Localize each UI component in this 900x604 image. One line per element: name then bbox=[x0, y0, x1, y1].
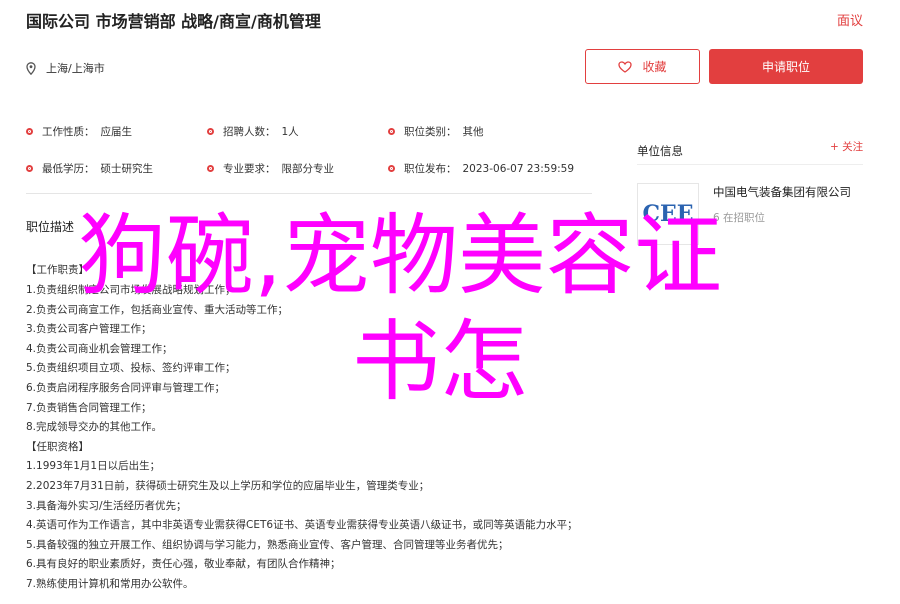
section-divider bbox=[26, 193, 592, 194]
salary-label: 面议 bbox=[836, 14, 863, 29]
detail-headcount: 招聘人数： 1人 bbox=[207, 124, 299, 139]
bullet-icon bbox=[26, 128, 33, 135]
description-line: 8.完成领导交办的其他工作。 bbox=[26, 421, 163, 433]
detail-major: 专业要求： 限部分专业 bbox=[207, 161, 334, 176]
favorite-label: 收藏 bbox=[642, 60, 667, 74]
favorite-button[interactable]: 收藏 bbox=[585, 49, 700, 84]
location-pin-icon bbox=[26, 61, 36, 75]
detail-label: 职位类别： bbox=[404, 126, 457, 138]
detail-label: 最低学历： bbox=[42, 163, 95, 175]
description-line: 6.负责启闭程序服务合同评审与管理工作； bbox=[26, 382, 226, 394]
location-text: 上海/上海市 bbox=[46, 62, 105, 75]
description-line: 【任职资格】 bbox=[26, 441, 89, 453]
job-title: 国际公司 市场营销部 战略/商宣/商机管理 bbox=[26, 12, 321, 31]
bullet-icon bbox=[388, 165, 395, 172]
watermark-line-2: 书怎 bbox=[352, 310, 529, 413]
detail-publish-date: 职位发布： 2023-06-07 23:59:59 bbox=[388, 161, 574, 176]
detail-value: 其他 bbox=[462, 126, 484, 138]
description-line: 5.具备较强的独立开展工作、组织协调与学习能力，熟悉商业宣传、客户管理、合同管理… bbox=[26, 539, 509, 551]
description-line: 2.2023年7月31日前，获得硕士研究生及以上学历和学位的应届毕业生，管理类专… bbox=[26, 480, 430, 492]
detail-label: 职位发布： bbox=[404, 163, 457, 175]
follow-button[interactable]: + 关注 bbox=[830, 139, 863, 154]
bullet-icon bbox=[388, 128, 395, 135]
detail-value: 1人 bbox=[281, 126, 299, 138]
description-title: 职位描述 bbox=[26, 220, 75, 234]
sidebar-divider bbox=[637, 164, 863, 165]
detail-value: 应届生 bbox=[100, 126, 133, 138]
description-line: 7.负责销售合同管理工作； bbox=[26, 402, 152, 414]
detail-label: 专业要求： bbox=[223, 163, 276, 175]
heart-icon bbox=[618, 60, 633, 73]
company-name[interactable]: 中国电气装备集团有限公司 bbox=[713, 184, 851, 200]
description-line: 3.负责公司客户管理工作； bbox=[26, 323, 152, 335]
detail-value: 限部分专业 bbox=[281, 163, 335, 175]
bullet-icon bbox=[207, 165, 214, 172]
description-line: 1.1993年1月1日以后出生； bbox=[26, 460, 161, 472]
detail-category: 职位类别： 其他 bbox=[388, 124, 484, 139]
detail-education: 最低学历： 硕士研究生 bbox=[26, 161, 153, 176]
description-line: 3.具备海外实习/生活经历者优先； bbox=[26, 500, 187, 512]
detail-value: 2023-06-07 23:59:59 bbox=[462, 162, 575, 175]
detail-value: 硕士研究生 bbox=[100, 163, 154, 175]
description-line: 4.英语可作为工作语言，其中非英语专业需获得CET6证书、英语专业需获得专业英语… bbox=[26, 519, 578, 531]
detail-label: 招聘人数： bbox=[223, 126, 276, 138]
location: 上海/上海市 bbox=[26, 60, 105, 76]
apply-button[interactable]: 申请职位 bbox=[709, 49, 863, 84]
bullet-icon bbox=[26, 165, 33, 172]
detail-work-type: 工作性质： 应届生 bbox=[26, 124, 132, 139]
sidebar-title: 单位信息 bbox=[637, 144, 683, 158]
bullet-icon bbox=[207, 128, 214, 135]
description-line: 5.负责组织项目立项、投标、签约评审工作； bbox=[26, 362, 236, 374]
description-line: 6.具有良好的职业素质好，责任心强，敬业奉献，有团队合作精神； bbox=[26, 558, 341, 570]
description-line: 7.熟练使用计算机和常用办公软件。 bbox=[26, 578, 194, 590]
watermark-line-1: 狗碗,宠物美容证 bbox=[78, 204, 722, 307]
detail-label: 工作性质： bbox=[42, 126, 95, 138]
description-line: 4.负责公司商业机会管理工作； bbox=[26, 343, 173, 355]
